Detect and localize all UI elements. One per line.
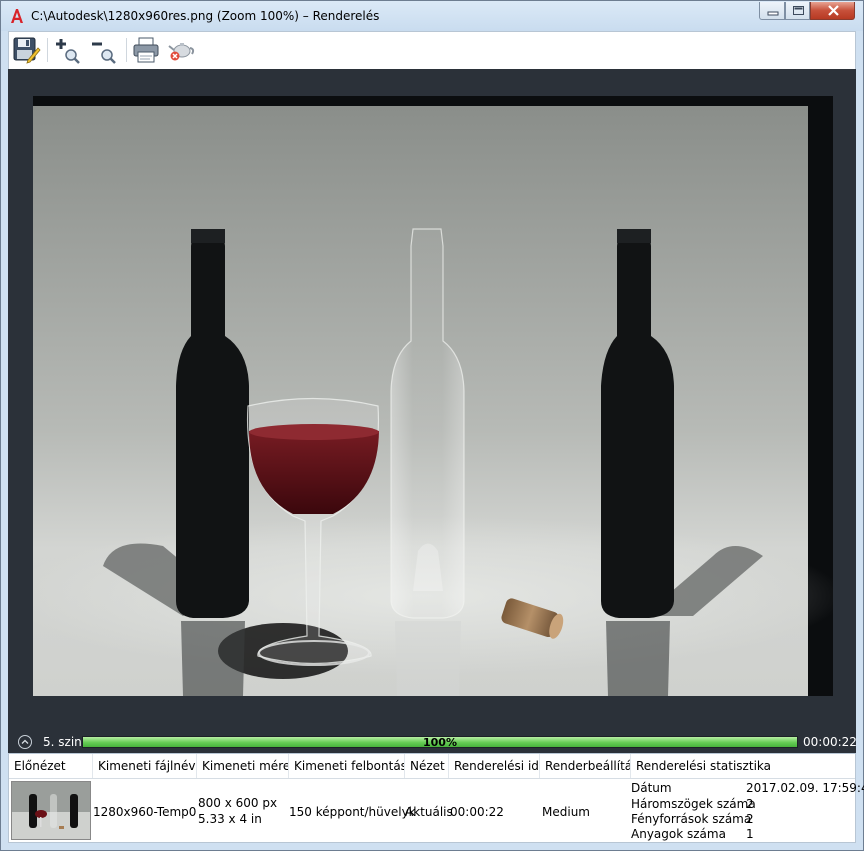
minimize-icon [767,11,779,16]
render-teapot-icon [168,43,195,61]
print-icon [133,37,159,63]
col-filename[interactable]: Kimeneti fájlnév [93,754,197,778]
save-icon [13,37,41,64]
col-preset[interactable]: Renderbeállítás [540,754,631,778]
window-title: C:\Autodesk\1280x960res.png (Zoom 100%) … [31,9,380,23]
cell-filename: 1280x960-Temp000 [93,805,196,819]
col-resolution[interactable]: Kimeneti felbontás [289,754,405,778]
zoom-out-button[interactable] [89,35,119,65]
close-button[interactable] [810,2,855,20]
preview-thumbnail[interactable] [11,781,91,840]
stat-lights-value: 2 [746,812,754,826]
stat-date-value: 2017.02.09. 17:59:49 [746,781,864,795]
stat-materials-value: 1 [746,827,754,841]
cell-size-px: 800 x 600 px [198,796,278,810]
render-viewer[interactable] [8,69,856,731]
col-time[interactable]: Renderelési idő [449,754,540,778]
cell-resolution: 150 képpont/hüvelyk [289,805,416,819]
chevron-up-icon [21,739,29,744]
thumbnail-image [12,782,90,839]
collapse-button[interactable] [18,735,32,749]
col-view[interactable]: Nézet [405,754,449,778]
render-level-label: 5. szint [43,735,87,749]
render-button[interactable] [167,35,197,65]
render-scene [33,96,833,696]
cell-time: 00:00:22 [450,805,504,819]
render-window: C:\Autodesk\1280x960res.png (Zoom 100%) … [0,0,864,851]
toolbar [8,31,856,69]
col-stats[interactable]: Renderelési statisztika [631,754,855,778]
cell-size-in: 5.33 x 4 in [198,812,262,826]
toolbar-separator [126,38,127,62]
print-button[interactable] [131,35,161,65]
zoom-in-button[interactable] [53,35,83,65]
col-size[interactable]: Kimeneti méret [197,754,289,778]
table-header: Előnézet Kimeneti fájlnév Kimeneti méret… [9,754,855,779]
zoom-out-icon [92,42,116,64]
autodesk-a-icon [11,9,23,23]
stat-materials-label: Anyagok száma [631,827,726,841]
stat-triangles-label: Háromszögek száma [631,797,756,811]
zoom-in-icon [56,39,80,64]
close-icon [828,5,839,16]
rendered-image [33,96,833,696]
toolbar-separator [47,38,48,62]
progress-percent: 100% [423,736,457,749]
maximize-button[interactable] [785,2,810,20]
stat-date-label: Dátum [631,781,672,795]
title-bar[interactable]: C:\Autodesk\1280x960res.png (Zoom 100%) … [1,1,863,31]
stat-triangles-value: 2 [746,797,754,811]
progress-bar: 100% [82,736,798,749]
progress-elapsed-time: 00:00:22 [803,735,857,749]
col-preview[interactable]: Előnézet [9,754,93,778]
cell-preset: Medium [542,805,590,819]
maximize-icon [793,6,804,15]
progress-row: 5. szint 100% 00:00:22 [8,731,857,753]
minimize-button[interactable] [759,2,785,20]
cell-view: Aktuális [405,805,453,819]
render-history-table: Előnézet Kimeneti fájlnév Kimeneti méret… [8,753,864,843]
stat-lights-label: Fényforrások száma [631,812,752,826]
save-button[interactable] [11,35,41,65]
